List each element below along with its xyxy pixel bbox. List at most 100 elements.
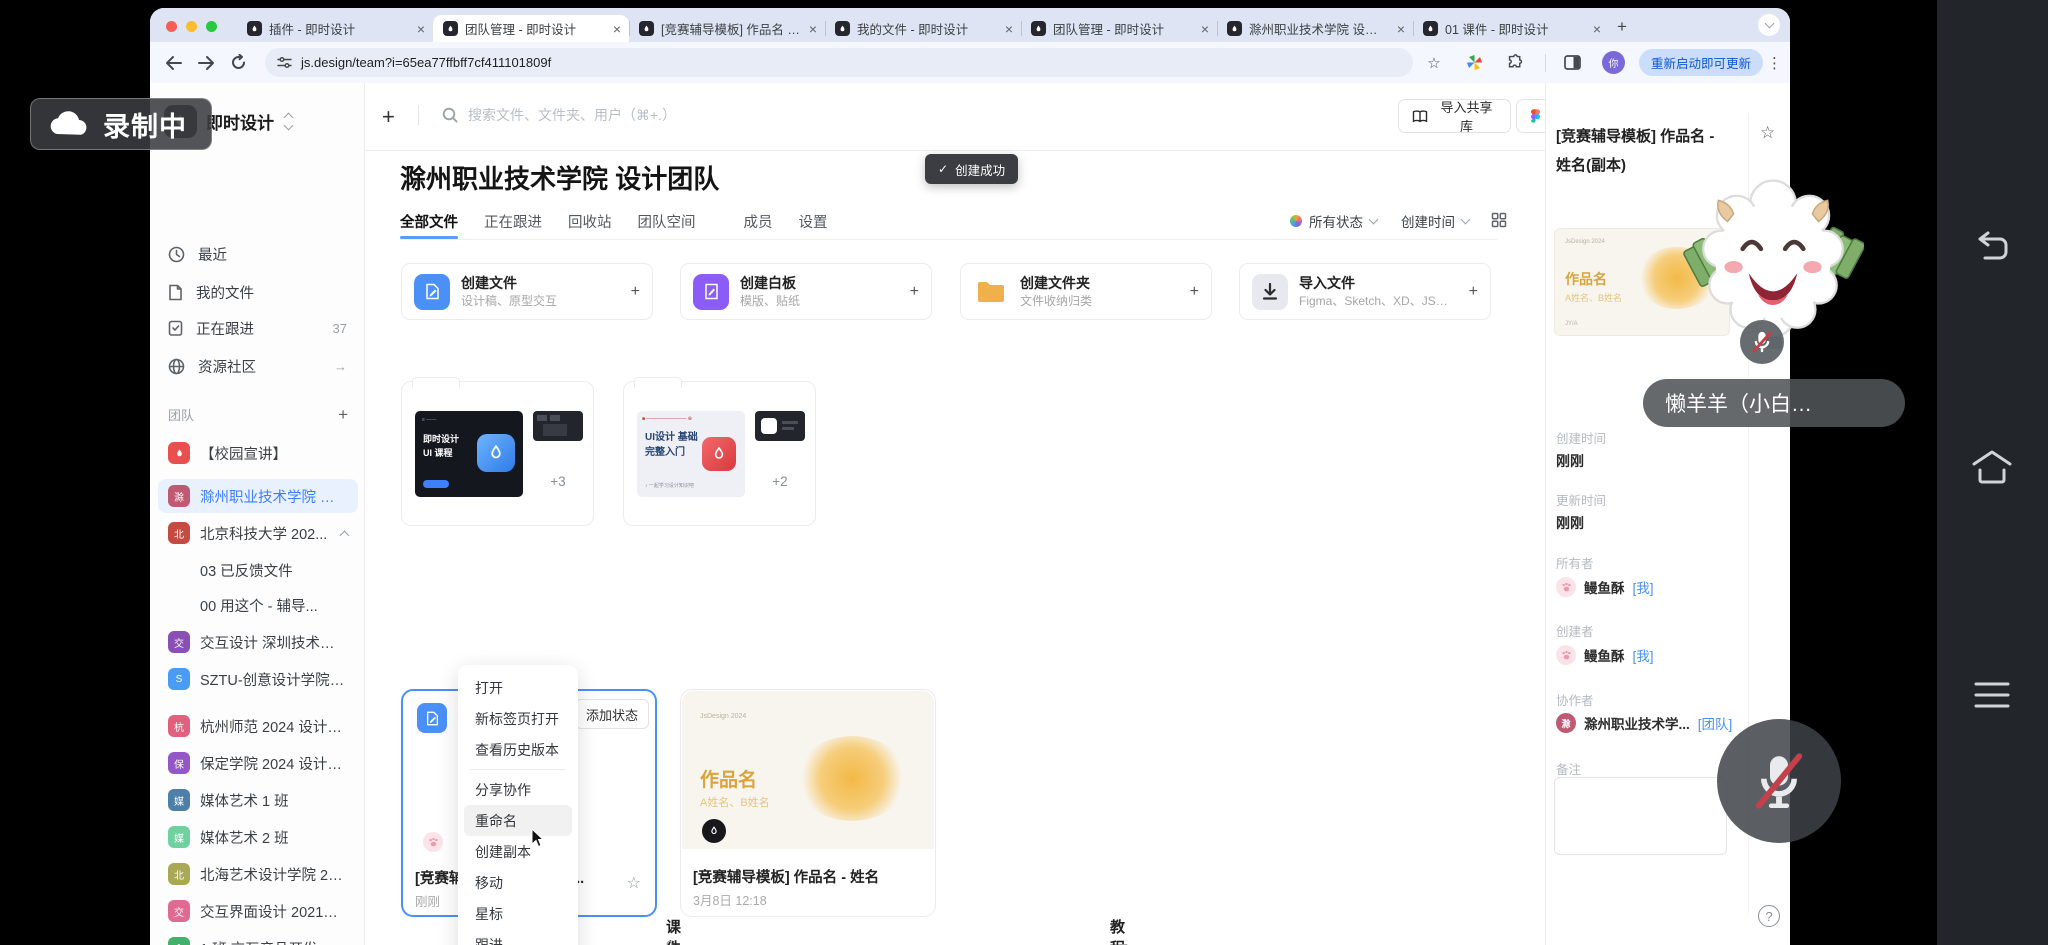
browser-tab-active[interactable]: 团队管理 - 即时设计 × [433,15,629,42]
sidebar-item-following[interactable]: 正在跟进 37 [158,311,357,345]
note-input[interactable] [1554,777,1727,855]
menu-item-open[interactable]: 打开 [464,672,572,703]
extensions-puzzle-icon[interactable] [1504,54,1528,71]
sidebar-subfolder-item[interactable]: 03 已反馈文件 [158,553,358,587]
sidebar-team-item[interactable]: S SZTU-创意设计学院UI... [158,662,358,696]
browser-tab[interactable]: [竞赛辅导模板] 作品名 - 姓 × [629,15,825,42]
sidebar-team-item[interactable]: 媒 媒体艺术 1 班 [158,783,358,817]
menu-item-star[interactable]: 星标 [464,898,572,929]
system-back-icon[interactable] [1962,217,2022,277]
add-team-icon[interactable]: + [338,405,348,425]
import-file-card[interactable]: 导入文件Figma、Sketch、XD、JSD、... + [1239,263,1491,320]
sidebar-item-community[interactable]: 资源社区 → [158,349,357,383]
help-icon[interactable]: ? [1758,905,1780,927]
tab-following[interactable]: 正在跟进 [484,211,542,232]
collaborator-tag[interactable]: [团队] [1698,713,1733,733]
browser-tab[interactable]: 01 课件 - 即时设计 × [1413,15,1609,42]
create-whiteboard-card[interactable]: 创建白板模版、贴纸 + [680,263,932,320]
microphone-muted-button[interactable] [1717,719,1841,843]
sidebar-item-my-files[interactable]: 我的文件 [158,275,357,309]
url-text[interactable]: js.design/team?i=65ea77ffbff7cf411101809… [301,55,551,70]
tab-close-icon[interactable]: × [1593,22,1601,36]
plus-icon[interactable]: + [1190,283,1199,301]
team-label: 杭州师范 2024 设计团队 [200,716,348,737]
sort-filter[interactable]: 创建时间 [1401,211,1455,231]
tab-settings[interactable]: 设置 [799,211,828,232]
star-icon[interactable]: ☆ [627,873,641,893]
plus-icon[interactable]: + [1469,283,1478,301]
sidebar-team-item[interactable]: 1 1 班 交互产品开发 [158,931,358,945]
import-library-label: 导入共享库 [1436,97,1497,135]
new-tab-button[interactable]: + [1609,14,1635,40]
tab-close-icon[interactable]: × [1005,22,1013,36]
tab-close-icon[interactable]: × [417,22,425,36]
status-filter[interactable]: 所有状态 [1309,211,1363,231]
sidebar-team-item[interactable]: 交 交互界面设计 2021级... [158,894,358,928]
sidebar-item-recent[interactable]: 最近 [158,237,357,271]
tab-close-icon[interactable]: × [1397,22,1405,36]
tab-list-dropdown-icon[interactable] [1758,14,1780,36]
menu-item-open-new-tab[interactable]: 新标签页打开 [464,703,572,734]
plus-icon[interactable]: + [910,283,919,301]
browser-tab[interactable]: 滁州职业技术学院 设计团 × [1217,15,1413,42]
sidebar-team-item[interactable]: 北 北海艺术设计学院 202... [158,857,358,891]
browser-tab[interactable]: 插件 - 即时设计 × [237,15,433,42]
tab-all-files[interactable]: 全部文件 [400,211,458,232]
browser-update-button[interactable]: 重新启动即可更新 [1639,49,1763,76]
tab-team-space[interactable]: 团队空间 [638,211,696,232]
folder-card[interactable]: ≡ —— 即时设计UI 课程 +3 课件资料 9分钟前 [401,381,594,526]
menu-item-share[interactable]: 分享协作 [464,774,572,805]
bookmark-star-icon[interactable]: ☆ [1422,54,1446,72]
tab-close-icon[interactable]: × [809,22,817,36]
minimize-window-icon[interactable] [186,21,197,32]
window-controls[interactable] [166,21,217,32]
pinwheel-extension-icon[interactable] [1463,54,1487,71]
add-status-button[interactable]: 添加状态 [575,699,649,729]
site-settings-icon[interactable] [277,56,292,69]
menu-item-history[interactable]: 查看历史版本 [464,734,572,765]
browser-tab[interactable]: 我的文件 - 即时设计 × [825,15,1021,42]
create-new-button[interactable]: + [382,104,395,130]
address-bar[interactable]: js.design/team?i=65ea77ffbff7cf411101809… [265,48,1413,77]
reload-icon[interactable] [230,54,247,71]
browser-tab[interactable]: 团队管理 - 即时设计 × [1021,15,1217,42]
system-menu-icon[interactable] [1962,665,2022,725]
star-icon[interactable]: ☆ [1760,123,1775,143]
grid-view-icon[interactable] [1491,212,1507,231]
tab-close-icon[interactable]: × [613,22,621,36]
page-title: 滁州职业技术学院 设计团队 [400,159,719,196]
import-download-icon [1252,274,1288,310]
create-file-card[interactable]: 创建文件设计稿、原型交互 + [401,263,653,320]
sidebar-team-item[interactable]: 北 北京科技大学 202... [158,516,358,550]
tab-members[interactable]: 成员 [744,211,773,232]
import-shared-library-button[interactable]: 导入共享库 [1398,99,1511,133]
tab-close-icon[interactable]: × [1201,22,1209,36]
folder-card[interactable]: ■ ———————— ⊕ UI设计 基础完整入门 ♪ 一起学习设计知识吧 +2 … [623,381,816,526]
search-input[interactable]: 搜索文件、文件夹、用户（⌘+.） [442,105,676,125]
sidebar-team-item[interactable]: 交 交互设计 深圳技术大学 [158,625,358,659]
close-window-icon[interactable] [166,21,177,32]
menu-item-follow[interactable]: 跟进 [464,929,572,945]
sidebar-subfolder-item[interactable]: 00 用这个 - 辅导... [158,588,358,622]
sidebar-team-item-selected[interactable]: 滁 滁州职业技术学院 设计... [158,479,358,513]
file-name[interactable]: [竞赛辅导模板] 作品名 - 姓名 [693,866,893,887]
sidebar-team-item[interactable]: 保 保定学院 2024 设计团队 [158,746,358,780]
browser-menu-icon[interactable]: ⋮ [1767,54,1782,72]
menu-item-move[interactable]: 移动 [464,867,572,898]
sidebar-team-item[interactable]: 媒 媒体艺术 2 班 [158,820,358,854]
file-card[interactable]: JsDesign 2024 作品名 A姓名、B姓名 [竞赛辅导模板] 作品名 -… [680,689,936,917]
sidebar-team-item[interactable]: 【校园宣讲】 [158,436,358,470]
collapse-icon[interactable] [340,530,350,540]
browser-profile-avatar[interactable]: 你 [1602,51,1625,74]
tab-trash[interactable]: 回收站 [568,211,612,232]
create-folder-card[interactable]: 创建文件夹文件收纳归类 + [960,263,1212,320]
back-icon[interactable] [164,55,183,71]
plus-icon[interactable]: + [631,283,640,301]
forward-icon[interactable] [197,55,216,71]
zoom-window-icon[interactable] [206,21,217,32]
sidebar-team-item[interactable]: 杭 杭州师范 2024 设计团队 [158,709,358,743]
side-panel-icon[interactable] [1561,55,1585,70]
system-home-icon[interactable] [1962,438,2022,498]
menu-item-duplicate[interactable]: 创建副本 [464,836,572,867]
menu-item-rename[interactable]: 重命名 [464,805,572,836]
